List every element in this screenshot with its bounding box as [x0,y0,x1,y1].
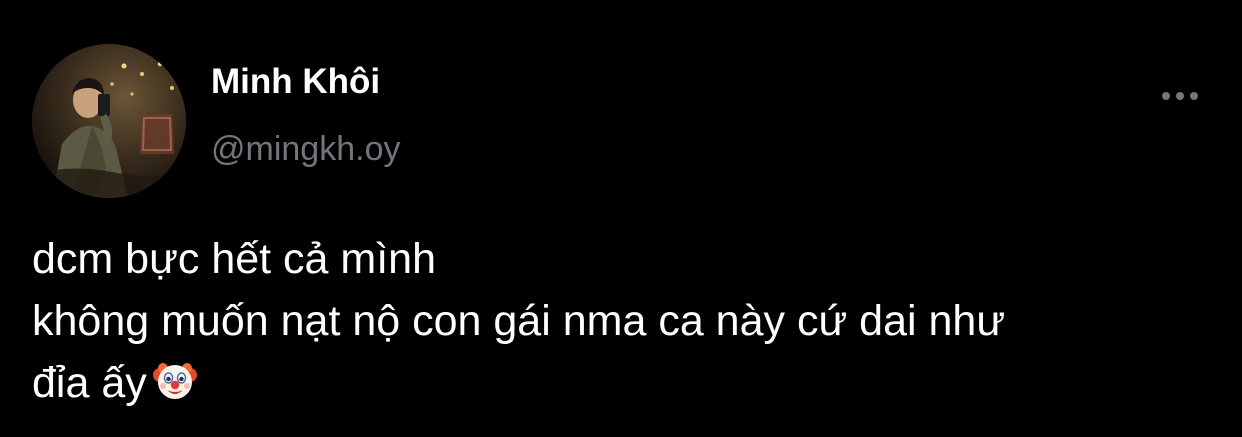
tweet-line-last: đỉa ấy [32,352,1237,414]
more-horizontal-icon [1162,92,1198,100]
tweet-text: dcm bực hết cả mình không muốn nạt nộ co… [32,228,1237,414]
clown-face-icon [152,358,197,402]
tweet-line: dcm bực hết cả mình [32,235,437,283]
tweet-line-text: đỉa ấy [32,359,147,407]
profile-photo-icon [32,44,186,198]
tweet-card: Minh Khôi @mingkh.oy dcm bực hết cả mình… [0,0,1242,437]
display-name[interactable]: Minh Khôi [211,62,380,102]
tweet-line: không muốn nạt nộ con gái nma ca này cứ … [32,297,1006,345]
user-handle[interactable]: @mingkh.oy [211,130,400,169]
more-options-button[interactable] [1150,78,1210,114]
avatar[interactable] [32,44,186,198]
